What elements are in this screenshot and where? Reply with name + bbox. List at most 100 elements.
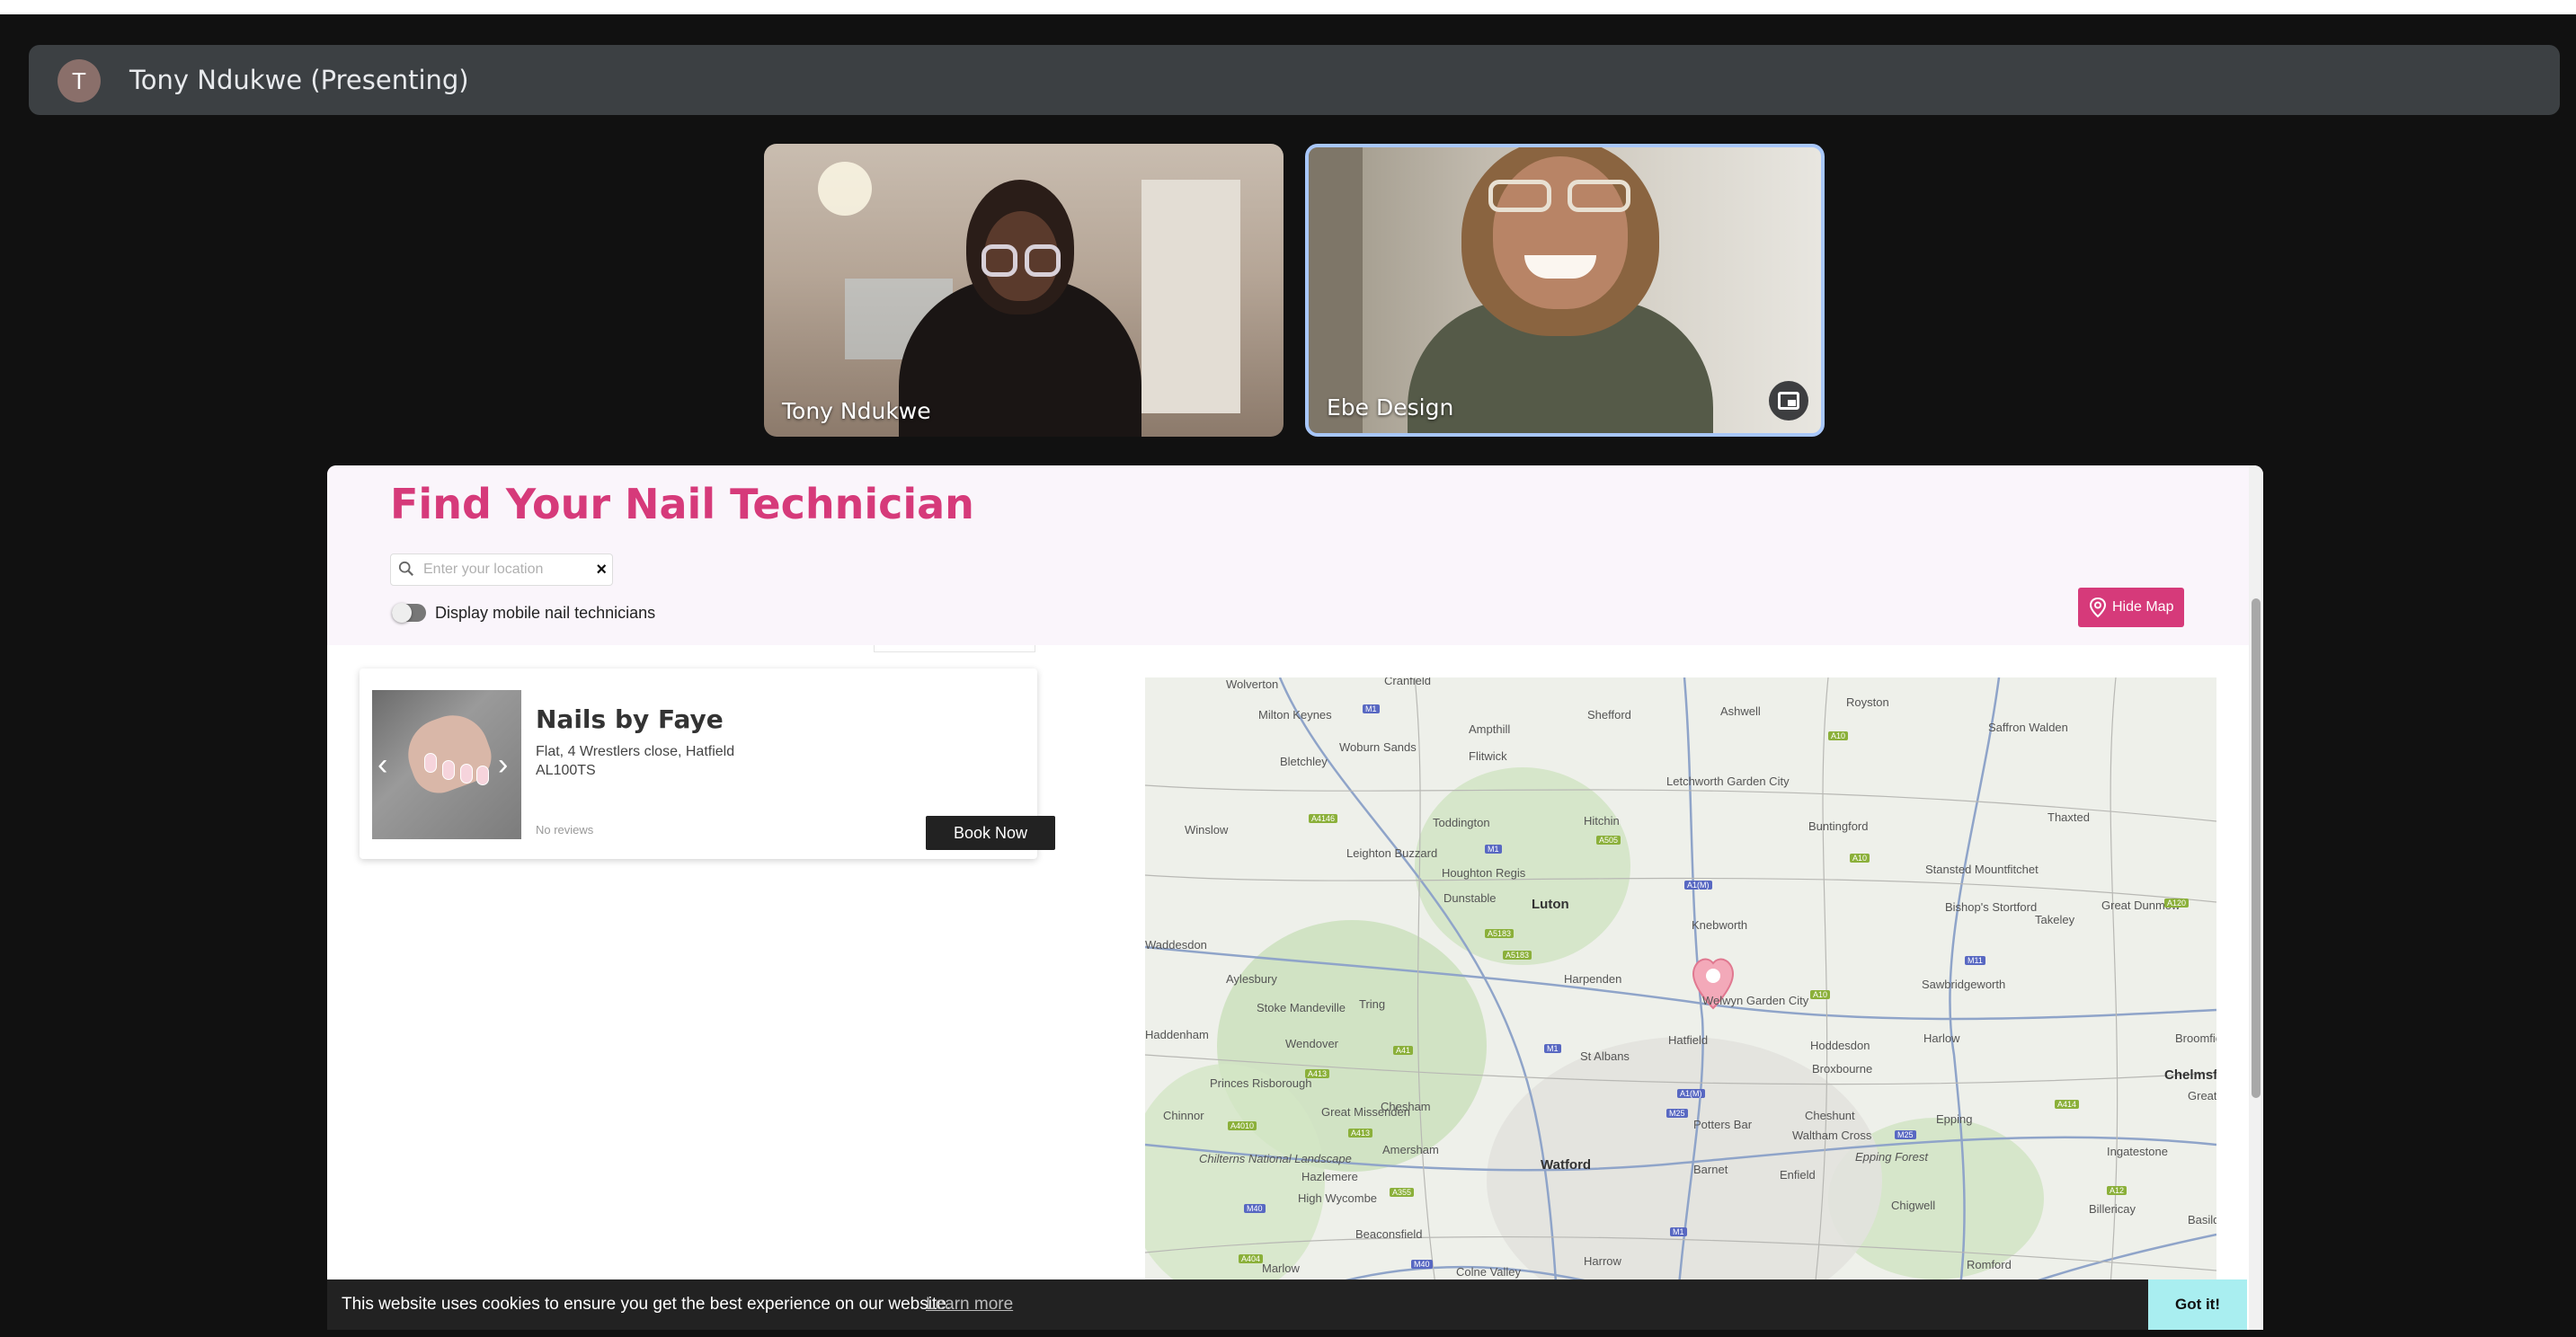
map-label: Colne Valley	[1456, 1265, 1522, 1279]
road-tag: A10	[1828, 731, 1849, 740]
technician-card[interactable]: ‹ › Nails by Faye Flat, 4 Wrestlers clos…	[360, 668, 1055, 859]
learn-more-link[interactable]: Learn more	[926, 1295, 1013, 1315]
map-label: Milton Keynes	[1258, 708, 1332, 722]
participant-tile-ebe[interactable]: Ebe Design	[1305, 144, 1825, 437]
pip-button[interactable]	[1769, 381, 1808, 421]
got-it-button[interactable]: Got it!	[2148, 1279, 2247, 1330]
map-label: Watford	[1541, 1157, 1592, 1173]
ceiling-light	[818, 162, 872, 216]
participant-tile-tony[interactable]: Tony Ndukwe	[764, 144, 1284, 437]
glasses	[1568, 180, 1630, 212]
technician-photo[interactable]: ‹ ›	[372, 690, 521, 839]
map-label: Welwyn Garden City	[1702, 994, 1809, 1007]
location-search[interactable]: ×	[390, 553, 613, 586]
map-label: Aylesbury	[1226, 972, 1277, 986]
map-label: Cheshunt	[1805, 1109, 1855, 1122]
map-label: Bletchley	[1280, 755, 1328, 768]
search-icon	[398, 561, 413, 576]
map-label: Hitchin	[1584, 814, 1620, 828]
map-label: Basildon	[2188, 1213, 2216, 1226]
map-label: Billericay	[2089, 1202, 2136, 1216]
cookie-banner: This website uses cookies to ensure you …	[327, 1279, 2247, 1330]
map-label: Chinnor	[1163, 1109, 1204, 1122]
map-label: Sawbridgeworth	[1922, 978, 2006, 991]
road-tag: A414	[2055, 1100, 2080, 1109]
map-label: Stansted Mountfitchet	[1925, 863, 2039, 876]
map-label: Marlow	[1262, 1262, 1300, 1275]
presenter-label: Tony Ndukwe (Presenting)	[129, 65, 469, 95]
list-divider	[874, 645, 1035, 652]
road-tag: A355	[1390, 1188, 1415, 1197]
map-label: Great	[2188, 1089, 2216, 1102]
map-label: Woburn Sands	[1339, 740, 1417, 754]
map-label: Barnet	[1693, 1163, 1728, 1176]
glasses	[1025, 244, 1061, 277]
map-label: Amersham	[1382, 1143, 1439, 1156]
hand-image	[398, 705, 499, 801]
road-tag: A404	[1239, 1254, 1264, 1263]
map-pin-icon	[2089, 597, 2107, 618]
map-label: Beaconsfield	[1355, 1227, 1423, 1241]
map-label: Buntingford	[1808, 819, 1869, 833]
map-label: Wolverton	[1226, 677, 1279, 691]
chevron-right-icon[interactable]: ›	[498, 749, 508, 780]
map-label: Hatfield	[1668, 1033, 1709, 1047]
map-label: St Albans	[1580, 1049, 1630, 1063]
scrollbar[interactable]	[2249, 465, 2263, 1330]
reviews-count: No reviews	[536, 823, 594, 837]
search-input[interactable]	[423, 558, 585, 581]
chevron-left-icon[interactable]: ‹	[378, 749, 387, 780]
road-tag: M1	[1670, 1227, 1687, 1236]
map-label: Tring	[1359, 997, 1386, 1011]
map-label: Epping	[1936, 1112, 1973, 1126]
road-tag: A5183	[1503, 951, 1532, 960]
meet-stage: T Tony Ndukwe (Presenting) Tony Ndukwe E…	[0, 0, 2576, 1337]
hide-map-label: Hide Map	[2112, 599, 2174, 615]
map-label: Chelmsford	[2164, 1067, 2216, 1083]
presenter-bar[interactable]: T Tony Ndukwe (Presenting)	[29, 45, 2560, 115]
map-label: Toddington	[1433, 816, 1490, 829]
nail	[460, 764, 473, 784]
map-label: Chilterns National Landscape	[1199, 1152, 1352, 1165]
map-label: Chigwell	[1891, 1199, 1936, 1212]
road-tag: M25	[1895, 1130, 1916, 1139]
road-tag: M40	[1411, 1260, 1433, 1269]
road-tag: A413	[1348, 1129, 1373, 1138]
map-label: Chesham	[1381, 1100, 1431, 1113]
hide-map-button[interactable]: Hide Map	[2078, 588, 2184, 627]
road-tag: A120	[2164, 899, 2190, 908]
map-label: Luton	[1532, 897, 1569, 912]
map-label: Leighton Buzzard	[1346, 846, 1438, 860]
nail	[424, 753, 437, 773]
mobile-technicians-toggle[interactable]	[392, 603, 426, 623]
address-line-1: Flat, 4 Wrestlers close, Hatfield	[536, 744, 735, 759]
technician-name[interactable]: Nails by Faye	[536, 704, 724, 734]
toggle-label: Display mobile nail technicians	[435, 604, 656, 622]
map-label: Waltham Cross	[1792, 1129, 1872, 1142]
map-label: Cranfield	[1384, 677, 1432, 687]
door-frame	[1309, 147, 1363, 433]
map-label: Winslow	[1185, 823, 1229, 837]
close-icon[interactable]: ×	[596, 559, 607, 580]
book-now-button[interactable]: Book Now	[926, 816, 1055, 850]
map-label: Letchworth Garden City	[1666, 775, 1790, 788]
scrollbar-thumb[interactable]	[2252, 598, 2261, 1098]
picture-in-picture-icon	[1778, 392, 1799, 410]
map-label: Epping Forest	[1855, 1150, 1928, 1164]
address-line-2: AL100TS	[536, 763, 596, 778]
map-label: Hazlemere	[1301, 1170, 1358, 1183]
map-label: Saffron Walden	[1988, 721, 2068, 734]
map-label: Harrow	[1584, 1254, 1621, 1268]
page-title: Find Your Nail Technician	[390, 480, 974, 528]
map-label: Harpenden	[1564, 972, 1622, 986]
road-tag: M25	[1666, 1109, 1688, 1118]
road-tag: M1	[1485, 845, 1502, 854]
map[interactable]: Wolverton Cranfield Milton Keynes Ampthi…	[1145, 677, 2216, 1330]
map-label: Stoke Mandeville	[1257, 1001, 1346, 1014]
map-label: High Wycombe	[1298, 1191, 1378, 1205]
nail	[476, 766, 489, 785]
road-tag: A1(M)	[1677, 1089, 1705, 1098]
avatar: T	[58, 59, 101, 102]
map-label: Hoddesdon	[1810, 1039, 1870, 1052]
road-tag: A1(M)	[1684, 881, 1712, 890]
